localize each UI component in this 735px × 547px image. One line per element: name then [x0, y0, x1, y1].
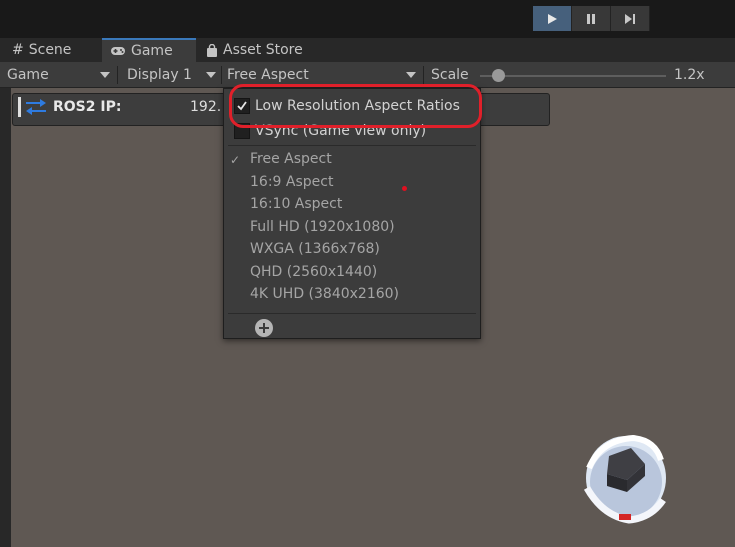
display-label: Display 1: [127, 67, 192, 83]
play-icon: [548, 13, 557, 24]
view-mode-label: Game: [7, 67, 49, 83]
robot-model: [583, 434, 666, 524]
ros-ip-label: ROS2 IP:: [53, 99, 122, 115]
playback-controls: [533, 6, 650, 31]
divider: [117, 66, 118, 84]
divider: [423, 66, 424, 84]
aspect-label: Free Aspect: [227, 67, 309, 83]
aspect-option[interactable]: 16:9 Aspect: [250, 174, 333, 190]
hash-icon: #: [12, 42, 24, 58]
add-aspect-button[interactable]: [255, 319, 273, 337]
aspect-option[interactable]: Free Aspect: [250, 151, 332, 167]
aspect-option[interactable]: 4K UHD (3840x2160): [250, 286, 399, 302]
panel-handle[interactable]: [18, 97, 21, 117]
menu-divider: [228, 145, 476, 146]
step-icon: [625, 13, 635, 24]
aspect-option[interactable]: WXGA (1366x768): [250, 241, 380, 257]
aspect-option[interactable]: Full HD (1920x1080): [250, 219, 395, 235]
tab-scene-label: Scene: [28, 42, 72, 58]
scale-slider-handle[interactable]: [492, 69, 506, 82]
pause-button[interactable]: [572, 6, 611, 31]
menu-divider: [228, 313, 476, 314]
tab-bar: # Scene Game Asset Store: [0, 38, 735, 62]
selected-check-icon: ✓: [230, 153, 241, 167]
tab-game-label: Game: [131, 43, 173, 59]
plus-circle-icon: [259, 323, 269, 333]
divider: [221, 66, 222, 84]
tab-asset-store[interactable]: Asset Store: [206, 38, 316, 62]
tab-asset-store-label: Asset Store: [223, 42, 303, 58]
play-button[interactable]: [533, 6, 572, 31]
gamepad-icon: [111, 47, 125, 55]
view-mode-dropdown[interactable]: Game: [7, 62, 115, 88]
chevron-down-icon: [100, 72, 110, 78]
swap-arrows-icon: [26, 99, 46, 115]
left-panel-edge: [0, 88, 11, 547]
aspect-option[interactable]: QHD (2560x1440): [250, 264, 377, 280]
main-toolbar: [0, 0, 735, 38]
ros-ip-field[interactable]: 192.: [190, 99, 221, 115]
tab-scene[interactable]: # Scene: [6, 38, 108, 62]
annotation-highlight: [229, 84, 482, 128]
pause-icon: [587, 13, 595, 24]
scale-value: 1.2x: [674, 67, 705, 83]
chevron-down-icon: [406, 72, 416, 78]
chevron-down-icon: [206, 72, 216, 78]
tab-game[interactable]: Game: [102, 38, 196, 62]
bag-icon: [207, 43, 217, 57]
aspect-option[interactable]: 16:10 Aspect: [250, 196, 342, 212]
step-button[interactable]: [611, 6, 650, 31]
cursor-dot: [402, 186, 407, 191]
scale-slider-track[interactable]: [480, 75, 666, 77]
